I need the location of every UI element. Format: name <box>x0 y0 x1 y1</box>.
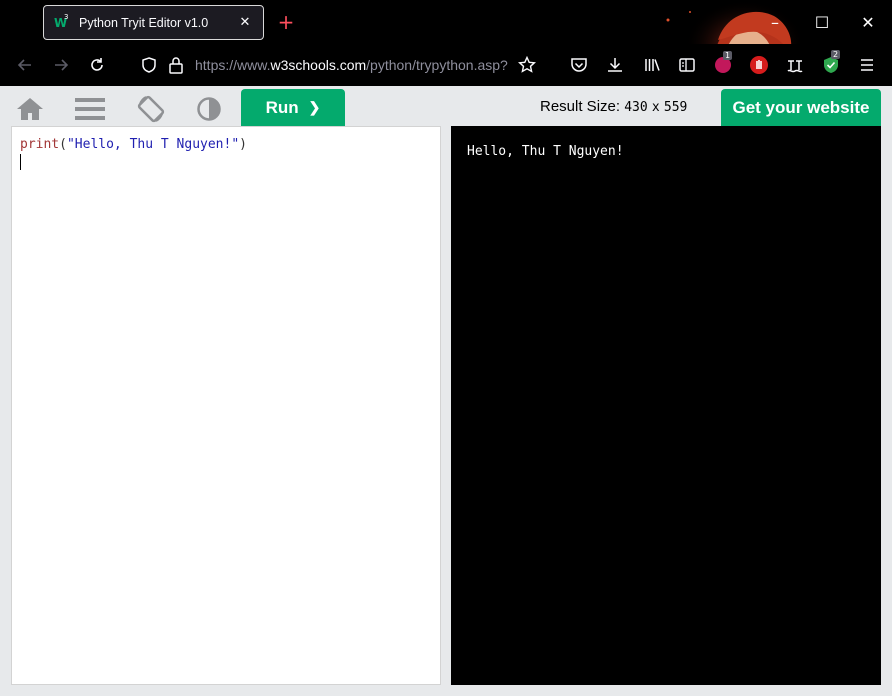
url-host: w3schools.com <box>270 57 367 73</box>
favicon-superscript: 3 <box>64 12 69 21</box>
code-string: "Hello, Thu T Nguyen!" <box>66 137 240 152</box>
output-text: Hello, Thu T Nguyen! <box>467 144 624 159</box>
result-x: x <box>651 100 660 115</box>
extension-icon[interactable]: 1 <box>711 51 735 77</box>
lock-icon[interactable] <box>168 56 184 74</box>
hand-icon[interactable] <box>747 53 771 77</box>
code-editor[interactable]: print("Hello, Thu T Nguyen!") <box>11 126 441 685</box>
run-chevron-icon: ❯ <box>308 99 321 115</box>
text-caret <box>20 154 21 170</box>
wave-icon[interactable] <box>783 53 807 77</box>
new-tab-button[interactable]: + <box>276 10 296 34</box>
back-icon[interactable] <box>13 53 37 77</box>
library-icon[interactable] <box>640 53 664 77</box>
code-close-paren: ) <box>239 137 247 152</box>
result-height: 559 <box>663 100 688 115</box>
result-size: Result Size: 430 x 559 <box>540 98 687 115</box>
w3schools-favicon-icon: W 3 <box>54 12 70 31</box>
url-text[interactable]: https://www.w3schools.com/python/trypyth… <box>195 57 508 73</box>
browser-titlebar: W 3 Python Tryit Editor v1.0 ✕ + – ☐ ✕ <box>0 0 892 86</box>
result-output-pane: Hello, Thu T Nguyen! <box>451 126 881 685</box>
download-icon[interactable] <box>603 53 627 77</box>
get-your-website-button[interactable]: Get your website <box>721 89 881 126</box>
url-prefix: https://www. <box>195 57 271 73</box>
shield-check-icon[interactable]: 2 <box>819 50 843 77</box>
browser-tab-active[interactable]: W 3 Python Tryit Editor v1.0 ✕ <box>43 5 264 40</box>
bookmark-star-icon[interactable] <box>515 53 539 77</box>
reload-icon[interactable] <box>85 53 109 77</box>
window-minimize-button[interactable]: – <box>760 8 790 36</box>
home-icon[interactable] <box>13 92 47 126</box>
tryit-toolbar: Run ❯ Result Size: 430 x 559 Get your we… <box>0 86 892 126</box>
run-label: Run <box>265 97 299 117</box>
result-width: 430 <box>624 100 648 115</box>
code-line-1[interactable]: print("Hello, Thu T Nguyen!") <box>20 136 247 153</box>
tab-title: Python Tryit Editor v1.0 <box>79 15 209 30</box>
contrast-icon[interactable] <box>192 92 226 126</box>
rotate-icon[interactable] <box>134 92 168 126</box>
window-close-button[interactable]: ✕ <box>853 8 883 36</box>
pocket-icon[interactable] <box>567 53 591 77</box>
url-bar[interactable]: https://www.w3schools.com/python/trypyth… <box>140 50 520 80</box>
code-keyword: print <box>20 137 60 152</box>
window-maximize-button[interactable]: ☐ <box>807 8 837 36</box>
browser-navbar: https://www.w3schools.com/python/trypyth… <box>0 44 892 86</box>
tab-close-icon[interactable]: ✕ <box>237 15 253 31</box>
tracking-shield-icon[interactable] <box>140 56 158 74</box>
result-size-label: Result Size: <box>540 98 621 115</box>
hamburger-menu-icon[interactable] <box>855 53 879 77</box>
shield-badge: 2 <box>831 50 841 59</box>
forward-icon[interactable] <box>49 53 73 77</box>
url-path: /python/trypython.asp? <box>366 57 508 73</box>
extension-badge: 1 <box>723 51 733 60</box>
menu-icon[interactable] <box>73 92 107 126</box>
reader-view-icon[interactable] <box>675 53 699 77</box>
tryit-workarea: print("Hello, Thu T Nguyen!") Hello, Thu… <box>0 126 892 696</box>
code-open-paren: ( <box>59 137 67 152</box>
run-button[interactable]: Run ❯ <box>241 89 345 126</box>
